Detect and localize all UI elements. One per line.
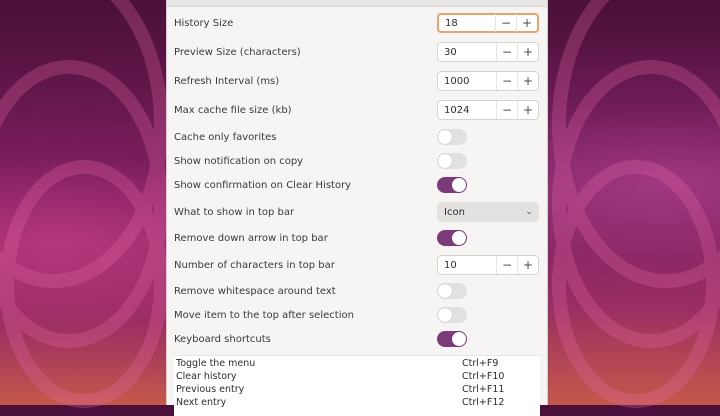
remove-whitespace-toggle[interactable]: [437, 283, 467, 299]
cache-only-favorites-label: Cache only favorites: [174, 131, 277, 143]
shortcut-action: Next entry: [176, 397, 227, 408]
show-confirmation-toggle[interactable]: [437, 177, 467, 193]
top-bar-show-selected: Icon: [444, 206, 465, 218]
shortcut-row-clear-history[interactable]: Clear history Ctrl+F10: [176, 371, 540, 384]
shortcut-row-next-entry[interactable]: Next entry Ctrl+F12: [176, 397, 540, 410]
shortcut-action: Clear history: [176, 371, 237, 382]
history-size-spinner[interactable]: 18 − +: [437, 13, 539, 33]
remove-down-arrow-label: Remove down arrow in top bar: [174, 232, 328, 244]
show-confirmation-label: Show confirmation on Clear History: [174, 179, 352, 191]
max-cache-increment-button[interactable]: +: [517, 101, 538, 119]
toggle-knob: [452, 332, 466, 346]
topbar-chars-spinner[interactable]: 10 − +: [437, 255, 539, 275]
refresh-interval-value[interactable]: 1000: [438, 76, 496, 87]
remove-down-arrow-toggle[interactable]: [437, 230, 467, 246]
toggle-knob: [438, 130, 452, 144]
history-size-row: History Size 18 − +: [167, 13, 547, 33]
toggle-knob: [452, 231, 466, 245]
shortcut-keys[interactable]: Ctrl+F9: [462, 358, 498, 369]
move-item-top-toggle[interactable]: [437, 307, 467, 323]
toggle-knob: [438, 284, 452, 298]
keyboard-shortcuts-toggle[interactable]: [437, 331, 467, 347]
top-bar-show-label: What to show in top bar: [174, 206, 295, 218]
shortcut-action: Previous entry: [176, 384, 245, 395]
toggle-knob: [438, 308, 452, 322]
show-notification-label: Show notification on copy: [174, 155, 304, 167]
topbar-chars-label: Number of characters in top bar: [174, 259, 335, 271]
shortcut-keys[interactable]: Ctrl+F10: [462, 371, 504, 382]
top-bar-show-dropdown[interactable]: Icon ⌄: [437, 202, 539, 222]
topbar-chars-row: Number of characters in top bar 10 − +: [167, 255, 547, 275]
remove-down-arrow-row: Remove down arrow in top bar: [167, 230, 547, 246]
keyboard-shortcuts-label: Keyboard shortcuts: [174, 333, 271, 345]
move-item-top-row: Move item to the top after selection: [167, 307, 547, 323]
refresh-interval-decrement-button[interactable]: −: [496, 72, 517, 90]
preview-size-decrement-button[interactable]: −: [496, 43, 517, 61]
toggle-knob: [452, 178, 466, 192]
show-notification-row: Show notification on copy: [167, 153, 547, 169]
cache-only-favorites-row: Cache only favorites: [167, 129, 547, 145]
preview-size-label: Preview Size (characters): [174, 46, 301, 58]
shortcut-action: Toggle the menu: [176, 358, 256, 369]
max-cache-value[interactable]: 1024: [438, 105, 496, 116]
shortcut-row-toggle-menu[interactable]: Toggle the menu Ctrl+F9: [176, 358, 540, 371]
preview-size-increment-button[interactable]: +: [517, 43, 538, 61]
top-bar-show-row: What to show in top bar Icon ⌄: [167, 202, 547, 222]
refresh-interval-increment-button[interactable]: +: [517, 72, 538, 90]
history-size-decrement-button[interactable]: −: [495, 14, 516, 32]
shortcut-keys[interactable]: Ctrl+F12: [462, 397, 504, 408]
settings-panel: History Size 18 − + Preview Size (charac…: [166, 0, 548, 416]
remove-whitespace-label: Remove whitespace around text: [174, 285, 336, 297]
shortcut-row-previous-entry[interactable]: Previous entry Ctrl+F11: [176, 384, 540, 397]
remove-whitespace-row: Remove whitespace around text: [167, 283, 547, 299]
history-size-value[interactable]: 18: [439, 18, 495, 29]
max-cache-spinner[interactable]: 1024 − +: [437, 100, 539, 120]
topbar-chars-value[interactable]: 10: [438, 260, 496, 271]
preview-size-row: Preview Size (characters) 30 − +: [167, 42, 547, 62]
shortcut-keys[interactable]: Ctrl+F11: [462, 384, 504, 395]
max-cache-row: Max cache file size (kb) 1024 − +: [167, 100, 547, 120]
history-size-increment-button[interactable]: +: [516, 14, 537, 32]
refresh-interval-row: Refresh Interval (ms) 1000 − +: [167, 71, 547, 91]
topbar-chars-decrement-button[interactable]: −: [496, 256, 517, 274]
preview-size-spinner[interactable]: 30 − +: [437, 42, 539, 62]
toggle-knob: [438, 154, 452, 168]
wallpaper-left-wing: [0, 0, 170, 408]
refresh-interval-label: Refresh Interval (ms): [174, 75, 280, 87]
show-confirmation-row: Show confirmation on Clear History: [167, 177, 547, 193]
panel-header-strip: [167, 0, 547, 7]
move-item-top-label: Move item to the top after selection: [174, 309, 354, 321]
max-cache-label: Max cache file size (kb): [174, 104, 292, 116]
show-notification-toggle[interactable]: [437, 153, 467, 169]
topbar-chars-increment-button[interactable]: +: [517, 256, 538, 274]
shortcuts-list: Toggle the menu Ctrl+F9 Clear history Ct…: [174, 355, 540, 416]
wallpaper-right-wing: [550, 0, 720, 408]
cache-only-favorites-toggle[interactable]: [437, 129, 467, 145]
history-size-label: History Size: [174, 17, 234, 29]
keyboard-shortcuts-row: Keyboard shortcuts: [167, 331, 547, 347]
refresh-interval-spinner[interactable]: 1000 − +: [437, 71, 539, 91]
max-cache-decrement-button[interactable]: −: [496, 101, 517, 119]
chevron-down-icon: ⌄: [525, 207, 533, 217]
preview-size-value[interactable]: 30: [438, 47, 496, 58]
